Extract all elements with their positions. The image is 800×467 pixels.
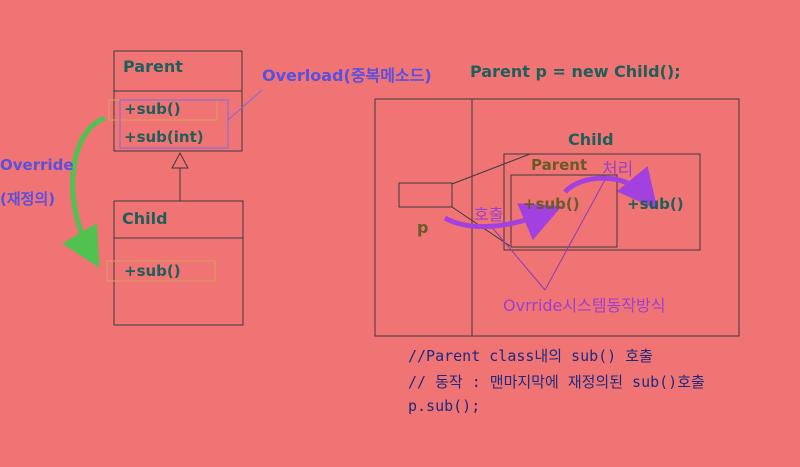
overload-pointer [227, 89, 263, 121]
parent-method-sub-int: +sub(int) [124, 128, 204, 146]
overload-label: Overload(중복메소드) [262, 66, 432, 85]
mechanism-line-1 [489, 224, 546, 291]
mechanism-label: Ovrride시스템동작방식 [503, 296, 666, 315]
child-class-title: Child [122, 209, 168, 228]
child-object-method: +sub() [627, 195, 684, 213]
parent-object-title: Parent [531, 156, 588, 174]
code-call: p.sub(); [408, 397, 481, 415]
process-label: 처리 [602, 160, 634, 180]
call-label: 호출 [474, 205, 504, 224]
variable-p-label: p [417, 218, 429, 237]
child-method-sub: +sub() [124, 262, 181, 280]
parent-method-sub: +sub() [124, 100, 181, 118]
inheritance-arrowhead [171, 151, 189, 169]
code-comment-2: // 동작 : 맨마지막에 재정의된 sub()호출 [408, 373, 705, 391]
child-object-title: Child [568, 130, 614, 149]
override-label: Override [0, 156, 74, 174]
override-arrow [62, 115, 106, 268]
variable-p-box [398, 182, 453, 208]
code-comment-1: //Parent class내의 sub() 호출 [408, 347, 653, 365]
override-sublabel: (재정의) [0, 190, 56, 208]
parent-object-method: +sub() [523, 195, 580, 213]
parent-class-title: Parent [123, 57, 183, 76]
reference-line-top [451, 153, 531, 185]
declaration-text: Parent p = new Child(); [470, 62, 681, 81]
